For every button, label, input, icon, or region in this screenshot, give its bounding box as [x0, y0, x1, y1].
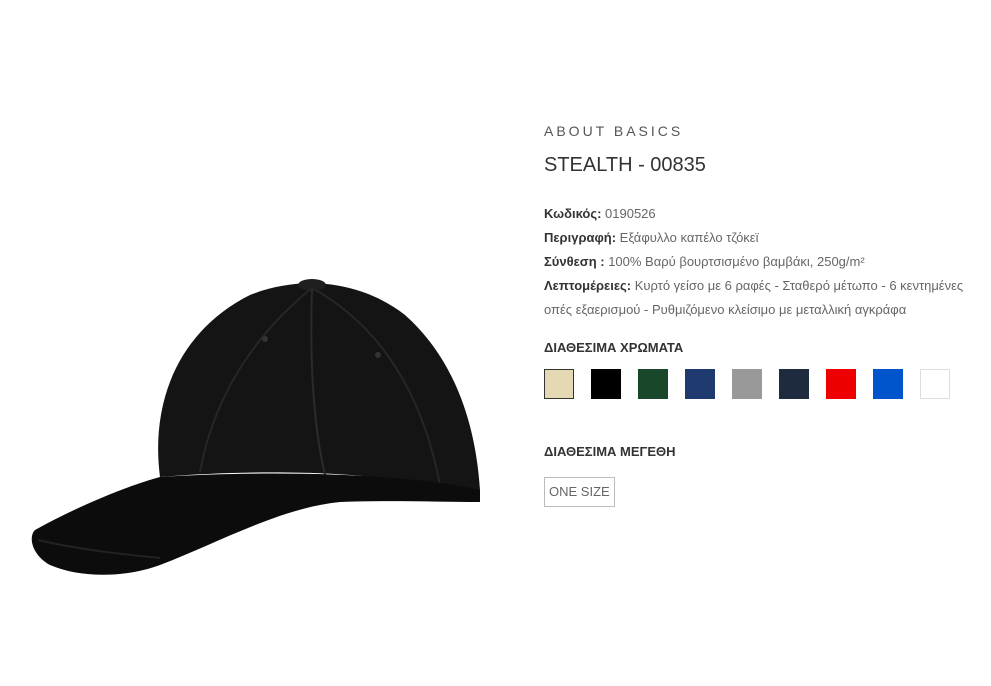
product-title: STEALTH - 00835: [544, 154, 706, 176]
spec-value: 0190526: [601, 206, 656, 221]
size-option-one-size[interactable]: ONE SIZE: [544, 477, 615, 507]
color-swatch-beige[interactable]: [544, 369, 574, 399]
color-swatches: [544, 369, 967, 399]
spec-row-details: Λεπτομέρειες: Κυρτό γείσο με 6 ραφές - Σ…: [544, 274, 984, 322]
spec-key: Κωδικός:: [544, 206, 602, 221]
spec-key: Περιγραφή:: [544, 230, 617, 245]
cap-illustration: [31, 279, 480, 575]
spec-row-description: Περιγραφή: Εξάφυλλο καπέλο τζόκεϊ: [544, 226, 984, 250]
color-swatch-grey[interactable]: [732, 369, 762, 399]
color-swatch-red[interactable]: [826, 369, 856, 399]
color-swatch-black[interactable]: [591, 369, 621, 399]
color-swatch-royal-blue[interactable]: [873, 369, 903, 399]
spec-row-code: Κωδικός: 0190526: [544, 202, 984, 226]
spec-key: Λεπτομέρειες:: [544, 278, 632, 293]
colors-heading: ΔΙΑΘΕΣΙΜΑ ΧΡΩΜΑΤΑ: [544, 340, 684, 355]
product-image: [10, 240, 500, 620]
sizes-heading: ΔΙΑΘΕΣΙΜΑ ΜΕΓΕΘΗ: [544, 444, 676, 459]
color-swatch-navy[interactable]: [685, 369, 715, 399]
color-swatch-white[interactable]: [920, 369, 950, 399]
spec-row-composition: Σύνθεση : 100% Βαρύ βουρτσισμένο βαμβάκι…: [544, 250, 984, 274]
brand-name: ABOUT BASICS: [544, 123, 684, 139]
spec-value: Εξάφυλλο καπέλο τζόκεϊ: [616, 230, 759, 245]
color-swatch-dark-navy[interactable]: [779, 369, 809, 399]
spec-key: Σύνθεση :: [544, 254, 605, 269]
color-swatch-dark-green[interactable]: [638, 369, 668, 399]
spec-list: Κωδικός: 0190526 Περιγραφή: Εξάφυλλο καπ…: [544, 202, 984, 322]
spec-value: 100% Βαρύ βουρτσισμένο βαμβάκι, 250g/m²: [604, 254, 865, 269]
